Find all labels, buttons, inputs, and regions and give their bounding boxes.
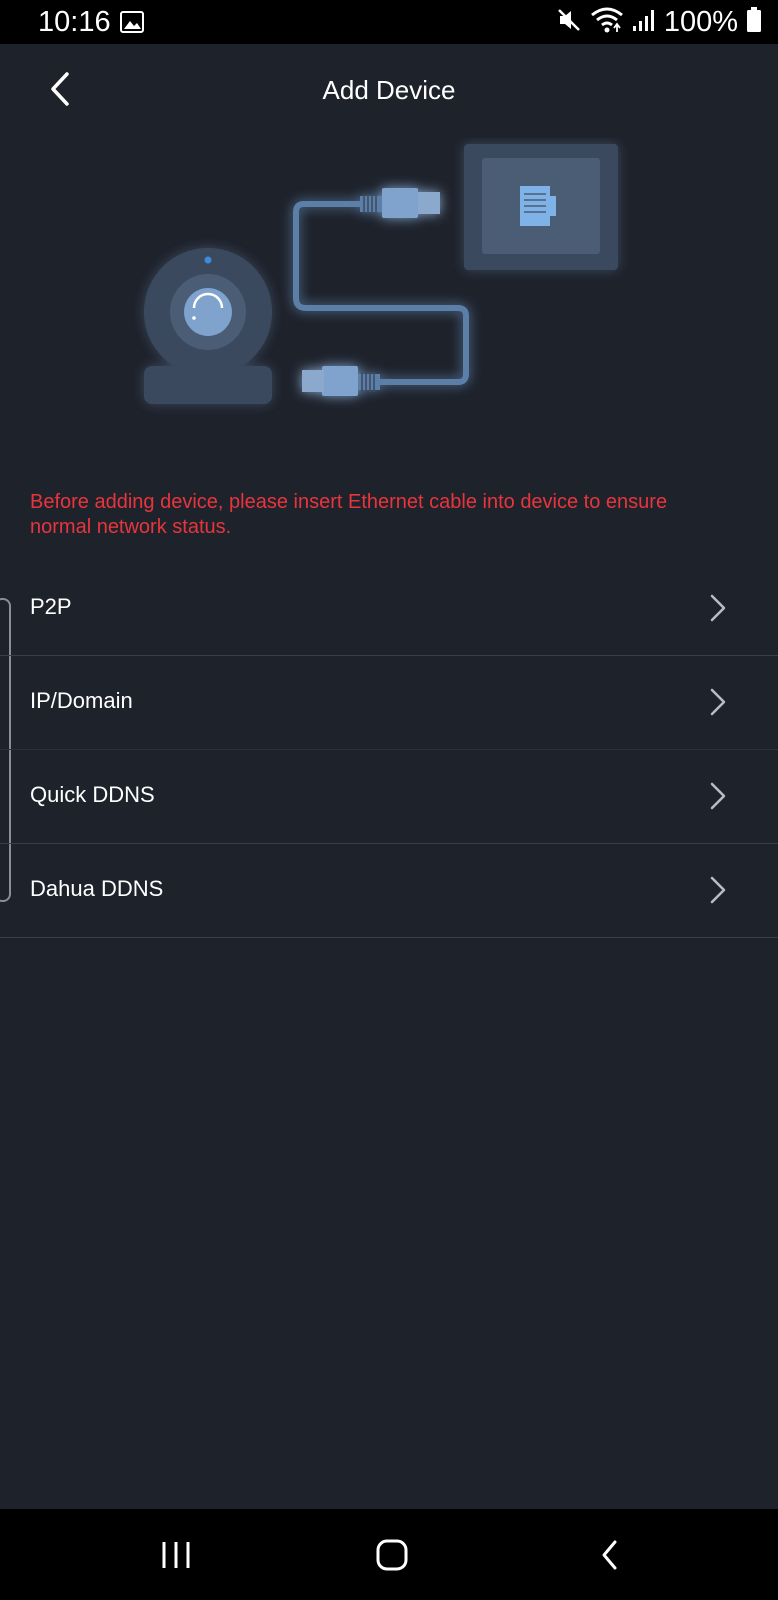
menu-item-p2p[interactable]: P2P — [0, 562, 778, 656]
home-icon — [376, 1539, 408, 1571]
menu-item-quick-ddns[interactable]: Quick DDNS — [0, 750, 778, 844]
system-nav-bar — [0, 1509, 778, 1600]
ethernet-notice-text: Before adding device, please insert Ethe… — [30, 491, 668, 538]
back-icon — [602, 1540, 617, 1570]
add-method-list: P2P IP/Domain Quick DDNS Dahua DDNS — [0, 562, 778, 938]
add-device-screen: 10:16 100% Add Device Before adding devi… — [0, 0, 778, 1600]
wifi-icon — [590, 6, 624, 39]
status-icons: 100% — [556, 4, 762, 40]
recent-apps-icon — [162, 1542, 190, 1568]
camera-icon — [144, 248, 272, 404]
chevron-right-icon — [710, 594, 726, 622]
menu-item-label: Quick DDNS — [30, 782, 155, 807]
chevron-right-icon — [710, 876, 726, 904]
menu-item-dahua-ddns[interactable]: Dahua DDNS — [0, 844, 778, 938]
menu-item-label: IP/Domain — [30, 688, 133, 713]
status-time: 10:16 — [38, 6, 111, 38]
chevron-right-icon — [710, 688, 726, 716]
menu-item-label: Dahua DDNS — [30, 876, 164, 901]
illustration-svg — [144, 144, 618, 404]
page-title: Add Device — [322, 75, 456, 105]
home-button[interactable] — [362, 1527, 422, 1583]
recent-apps-button[interactable] — [146, 1527, 206, 1583]
battery-percent: 100% — [663, 6, 738, 38]
battery-icon — [746, 6, 762, 38]
status-bar: 10:16 100% — [0, 0, 778, 44]
nav-back-button[interactable] — [580, 1527, 640, 1583]
header: Add Device — [0, 44, 778, 136]
camera-ethernet-illustration — [130, 138, 640, 428]
image-icon — [120, 11, 144, 33]
chevron-right-icon — [710, 782, 726, 810]
menu-item-ip-domain[interactable]: IP/Domain — [0, 656, 778, 750]
ethernet-cable-icon — [293, 188, 469, 396]
mute-icon — [556, 7, 582, 38]
ethernet-port-icon — [464, 144, 618, 270]
signal-icon — [632, 8, 656, 37]
menu-item-label: P2P — [30, 594, 72, 619]
